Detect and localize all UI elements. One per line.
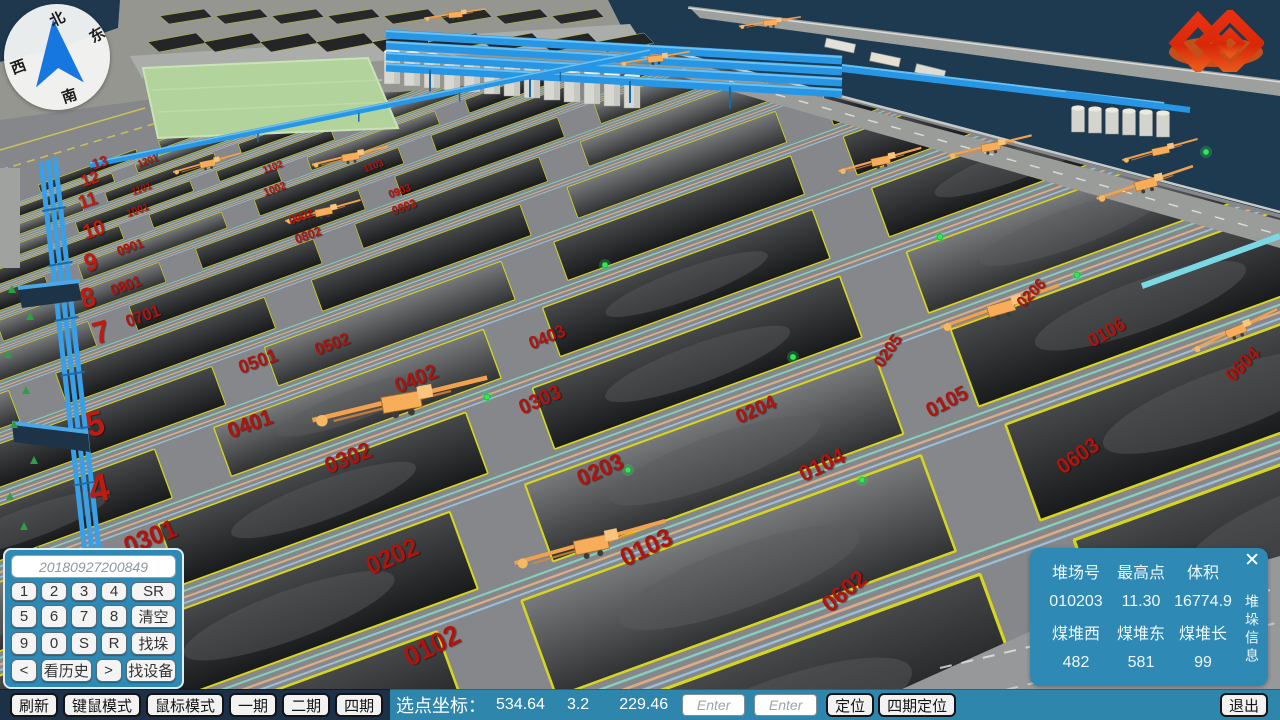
refresh-button[interactable]: 刷新 — [10, 693, 58, 717]
coal-yard-3d-app: 13 12 11 10 9 8 7 5 4 1201 1101 1001 090… — [0, 0, 1280, 720]
toolbar-right-section: 选点坐标： 534.64 3.2 229.46 定位 四期定位 退出 — [390, 689, 1280, 720]
silo — [1123, 111, 1136, 135]
key-6[interactable]: 6 — [41, 605, 67, 628]
highest-point-header: 最高点 — [1112, 559, 1170, 583]
phase-4-button[interactable]: 四期 — [335, 693, 383, 717]
status-dot — [937, 234, 943, 240]
key-0[interactable]: 0 — [41, 632, 67, 655]
coord-x-value: 534.64 — [496, 696, 545, 714]
find-device-button[interactable]: 找设备 — [126, 659, 177, 682]
key-7[interactable]: 7 — [71, 605, 97, 628]
phase4-locate-button[interactable]: 四期定位 — [878, 693, 956, 717]
key-4[interactable]: 4 — [101, 582, 127, 601]
coord-z-value: 229.46 — [619, 696, 668, 714]
key-3[interactable]: 3 — [71, 582, 97, 601]
highest-point-value: 11.30 — [1112, 593, 1170, 611]
volume-header: 体积 — [1170, 559, 1236, 583]
clear-button[interactable]: 清空 — [131, 605, 176, 628]
pile-info-grid: 堆场号 最高点 体积 010203 11.30 16774.9 煤堆西 煤堆东 … — [1040, 556, 1236, 678]
status-dot — [602, 262, 608, 268]
status-dot — [790, 354, 796, 360]
pile-length-value: 99 — [1170, 654, 1236, 672]
pile-east-header: 煤堆东 — [1112, 620, 1170, 644]
coord-input-2[interactable] — [754, 694, 817, 716]
selected-point-coords-label: 选点坐标： — [396, 692, 486, 718]
find-pile-button[interactable]: 找垛 — [131, 632, 176, 655]
status-dot — [625, 467, 631, 473]
close-icon[interactable]: ✕ — [1244, 550, 1260, 573]
silo — [1072, 108, 1085, 132]
pile-east-value: 581 — [1112, 654, 1170, 672]
pile-west-value: 482 — [1040, 654, 1112, 672]
compass: 北 东 西 南 — [4, 4, 110, 110]
history-code-input[interactable] — [11, 555, 176, 578]
silo — [1140, 112, 1153, 136]
key-1[interactable]: 1 — [11, 582, 37, 601]
coord-input-1[interactable] — [682, 694, 745, 716]
toolbar-left-section: 刷新 键鼠模式 鼠标模式 一期 二期 四期 — [0, 689, 390, 720]
pile-west-header: 煤堆西 — [1040, 620, 1112, 644]
key-sr[interactable]: SR — [131, 582, 176, 601]
key-8[interactable]: 8 — [101, 605, 127, 628]
view-history-button[interactable]: 看历史 — [41, 659, 92, 682]
status-dot — [859, 477, 865, 483]
yard-no-header: 堆场号 — [1040, 559, 1112, 583]
history-next-button[interactable]: > — [96, 659, 122, 682]
history-prev-button[interactable]: < — [11, 659, 37, 682]
silo — [1089, 109, 1102, 133]
phase-1-button[interactable]: 一期 — [229, 693, 277, 717]
key-5[interactable]: 5 — [11, 605, 37, 628]
locate-button[interactable]: 定位 — [826, 693, 874, 717]
key-s[interactable]: S — [71, 632, 97, 655]
key-9[interactable]: 9 — [11, 632, 37, 655]
key-2[interactable]: 2 — [41, 582, 67, 601]
key-mouse-mode-button[interactable]: 键鼠模式 — [63, 693, 141, 717]
yard-no-value: 010203 — [1040, 593, 1112, 611]
silo — [1157, 113, 1170, 137]
mouse-mode-button[interactable]: 鼠标模式 — [146, 693, 224, 717]
status-dot — [1074, 272, 1080, 278]
company-logo — [1168, 10, 1264, 72]
pile-info-panel: ✕ 堆场号 最高点 体积 010203 11.30 16774.9 煤堆西 煤堆… — [1030, 548, 1268, 686]
bottom-toolbar: 刷新 键鼠模式 鼠标模式 一期 二期 四期 选点坐标： 534.64 3.2 2… — [0, 689, 1280, 720]
exit-button[interactable]: 退出 — [1220, 693, 1268, 717]
pile-length-header: 煤堆长 — [1170, 620, 1236, 644]
pile-search-keypad-panel: 1 2 3 4 SR 5 6 7 8 清空 9 0 S R 找垛 < 看历史 >… — [3, 548, 184, 689]
phase-2-button[interactable]: 二期 — [282, 693, 330, 717]
status-dot — [1203, 149, 1209, 155]
status-dot — [484, 394, 490, 400]
coord-y-value: 3.2 — [567, 696, 589, 714]
volume-value: 16774.9 — [1170, 593, 1236, 611]
key-r[interactable]: R — [101, 632, 127, 655]
silo — [1106, 110, 1119, 134]
pile-info-side-label: 堆垛信息 — [1242, 594, 1262, 680]
wall — [0, 168, 20, 268]
